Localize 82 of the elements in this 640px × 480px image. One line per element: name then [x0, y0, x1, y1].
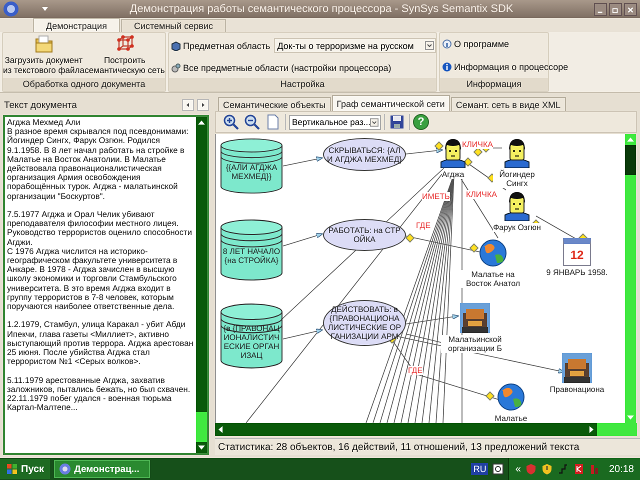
antivirus-icon[interactable] — [572, 463, 585, 475]
info-icon — [442, 62, 452, 72]
building-photo-icon — [460, 303, 490, 333]
relation-label: ГДЕ — [416, 221, 431, 230]
ribbon-button[interactable]: Построить семантическую сеть — [84, 33, 165, 78]
group-title: Обработка одного документа — [3, 78, 165, 91]
cube-network-icon — [114, 35, 135, 53]
right-arrow-icon — [586, 423, 597, 436]
zoom-in-icon — [223, 114, 239, 130]
left-arrow-icon — [215, 423, 226, 436]
info-link[interactable]: О программе — [454, 39, 510, 50]
close-button[interactable] — [624, 2, 637, 16]
group-title: Настройка — [169, 78, 436, 91]
calendar-icon: 12 — [563, 238, 591, 266]
zoom-in-button[interactable] — [222, 113, 240, 131]
save-button[interactable] — [388, 113, 406, 131]
ribbon-tab[interactable]: Системный сервис — [120, 19, 226, 32]
all-domains-button[interactable]: Все предметные области (настройки процессора) — [183, 63, 392, 73]
restore-icon — [612, 6, 619, 14]
document-paragraph: 1.2.1979, Стамбул, улица Каракал - убит Абди Ипекчи, глава газеты <Миллиет>, активно выступающий против террора. Агджа арестован 25 июня. После убийства Агджа стал террористом №1 <Серых волков>. — [7, 320, 194, 366]
status-text: Статистика: 28 объектов, 16 действий, 11 отношений, 13 предложений текста — [218, 442, 580, 452]
view-tab[interactable]: Граф семантической сети — [332, 95, 450, 111]
document-paragraph: 5.11.1979 арестованные Агджа, захватив заложников, пытались бежать, но был схвачен. 22.11.1979 побег удался - военная тюрьма Картал-Малтепе... — [7, 376, 192, 412]
panel-title: Текст документа — [4, 100, 78, 110]
document-paragraph: 7.5.1977 Агджа и Орал Челик убивают преподавателя философии местного лицея. Руководство террористов оценило способности Агджи. С 1976 Агджа числится на историко-географическом факультете университета в Анкаре. В 1978 - Агджа зачислен в высшую школу экономики и торговли Стамбульского университета. В это время Агджа входит в группу террористов в 7-8 человек, которым поручаются наиболее ответственные дела. — [7, 210, 193, 312]
folder-icon — [34, 35, 54, 53]
domain-dropdown[interactable]: Док-ты о терроризме на русском — [274, 38, 436, 53]
node-label: 9 ЯНВАРЬ 1958. — [546, 268, 608, 277]
zoom-out-button[interactable] — [243, 113, 261, 131]
relation-label: КЛИЧКА — [466, 190, 497, 199]
database-node: {{АЛИ АГДЖА МЕХМЕД}} — [220, 138, 283, 194]
window-title: Демонстрация работы семантического процессора - SynSys Semantix SDK — [128, 3, 514, 15]
building-photo-icon — [562, 353, 592, 383]
close-icon — [627, 6, 634, 14]
person-icon — [502, 191, 532, 221]
previous-button[interactable] — [182, 99, 194, 111]
warning-shield-icon[interactable] — [540, 463, 553, 475]
minimize-button[interactable] — [594, 2, 607, 16]
view-tab[interactable]: Семант. сеть в виде XML — [450, 97, 566, 111]
language-indicator[interactable]: RU — [471, 463, 488, 475]
info-link[interactable]: Информация о процессоре — [454, 62, 568, 72]
person-icon — [502, 138, 532, 168]
group-title: Информация — [440, 78, 548, 91]
page-icon — [265, 114, 281, 130]
vertical-scrollbar[interactable] — [625, 134, 636, 423]
vertical-scrollbar[interactable] — [196, 117, 207, 453]
layout-dropdown[interactable]: Вертикальное раз... — [289, 114, 381, 130]
view-tab[interactable]: Семантические объекты — [218, 97, 331, 111]
dropdown-caret-icon — [370, 118, 379, 126]
dropdown-caret-icon — [425, 41, 434, 50]
zoom-out-icon — [244, 114, 260, 130]
node-label: Правонациона — [550, 385, 604, 394]
windows-flag-icon — [6, 463, 18, 475]
app-logo-icon — [3, 1, 19, 17]
start-button[interactable]: Пуск — [0, 459, 50, 479]
database-node: 8 ЛЕТ НАЧАЛО {на СТРОЙКА} — [220, 219, 283, 281]
clock: 20:18 — [608, 464, 634, 474]
app-logo-icon — [59, 463, 72, 475]
relation-label: ИМЕТЬ — [422, 192, 450, 201]
next-button[interactable] — [197, 99, 209, 111]
restore-button[interactable] — [609, 2, 622, 16]
node-label: Малатье — [494, 414, 528, 423]
domain-label: Предметная область — [183, 40, 270, 50]
dropdown-caret-icon[interactable] — [41, 6, 49, 12]
taskbar-window-button[interactable]: Демонстрац... — [54, 460, 150, 478]
document-paragraph: Агджа Мехмед Али В разное время скрывался под псевдонимами: Йогиндер Сингх, Фарук Озгюн. Родился 9.1.1958. В 8 лет начал работать на стройке в Малатье на Восток Анатолии. В Малатье действовала правонационалистическая организация Армия освобождения порабощённых турок. Агджа - малатьинской организации "Боскуртов". — [7, 118, 190, 201]
left-triangle-icon — [185, 102, 191, 108]
ribbon-button[interactable]: Загрузить документ из текстового файла — [3, 33, 84, 78]
right-triangle-icon — [200, 102, 206, 108]
scroll-thumb[interactable] — [196, 412, 207, 442]
scroll-thumb[interactable] — [625, 145, 636, 175]
document-text-area[interactable] — [3, 115, 209, 455]
ribbon-tab[interactable]: Демонстрация — [33, 18, 120, 32]
globe-icon — [496, 382, 526, 412]
info-icon — [442, 39, 452, 50]
relation-label: ГДЕ — [408, 366, 423, 375]
tray-expand-button[interactable]: « — [515, 464, 521, 474]
globe-icon — [478, 238, 508, 268]
relation-label: КЛИЧКА — [462, 140, 493, 149]
cube-icon — [171, 40, 181, 50]
node-label: Фарук Озгюн — [493, 223, 541, 232]
node-label: Агджа — [442, 170, 464, 179]
